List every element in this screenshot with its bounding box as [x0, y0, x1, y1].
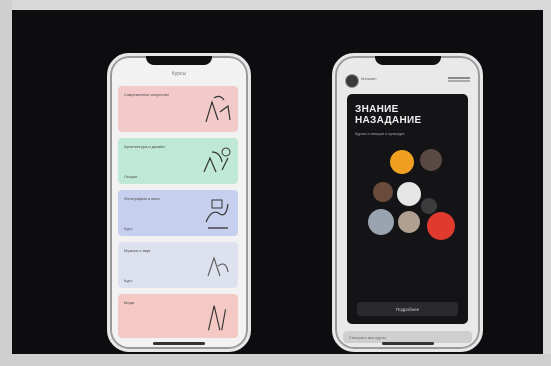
course-subtitle: Курс	[124, 226, 133, 231]
promo-banner[interactable]: ЗНАНИЕ НАЗАДАНИЕ Курсы и лекции о культу…	[347, 94, 468, 324]
promo-button[interactable]: Подробнее	[357, 302, 458, 316]
course-subtitle: Курс	[124, 278, 133, 283]
phone-mockup-courses: Курсы Современное искусство Архитектура …	[107, 53, 251, 352]
course-title: Мода	[124, 300, 135, 305]
orange-circle-icon	[390, 150, 414, 174]
screen-border-left	[0, 0, 12, 366]
header-name: Магазин	[361, 76, 377, 81]
phone-notch	[374, 56, 441, 65]
course-title: Архитектура и дизайн	[124, 144, 165, 149]
course-card-5[interactable]: Мода	[118, 294, 238, 338]
screen-border-bottom	[0, 354, 551, 366]
sketch-illustration-icon	[205, 199, 229, 229]
portrait-circle-icon	[420, 149, 442, 171]
screen-border-right	[543, 0, 551, 366]
sketch-illustration-icon	[207, 256, 229, 277]
course-card-1[interactable]: Современное искусство	[118, 86, 238, 132]
course-title: Музыка и звук	[124, 248, 151, 253]
course-card-2[interactable]: Архитектура и дизайн Лекции	[118, 138, 238, 184]
home-indicator	[381, 342, 434, 345]
course-title: Фотография и кино	[124, 196, 160, 201]
sketch-illustration-icon	[203, 147, 231, 173]
app-header: Магазин	[345, 72, 470, 88]
course-title: Современное искусство	[124, 92, 169, 97]
presentation-stage: Курсы Современное искусство Архитектура …	[12, 10, 543, 354]
screen-border-top	[0, 0, 551, 10]
sketch-illustration-icon	[207, 305, 227, 331]
course-card-4[interactable]: Музыка и звук Курс	[118, 242, 238, 288]
gray-circle-icon	[368, 209, 394, 235]
avatar[interactable]	[345, 74, 359, 88]
phone-notch	[146, 56, 212, 65]
dark-circle-icon	[421, 198, 437, 214]
promo-artwork	[368, 149, 455, 240]
portrait-circle-icon	[373, 182, 393, 202]
menu-icon[interactable]	[448, 77, 470, 79]
phone-mockup-promo: Магазин ЗНАНИЕ НАЗАДАНИЕ Курсы и лекции …	[332, 53, 483, 352]
home-indicator	[153, 342, 205, 345]
sketch-illustration-icon	[205, 95, 231, 123]
red-circle-icon	[427, 212, 455, 240]
white-circle-icon	[397, 182, 421, 206]
app-title: Курсы	[171, 71, 187, 77]
course-card-3[interactable]: Фотография и кино Курс	[118, 190, 238, 236]
course-subtitle: Лекции	[124, 174, 138, 179]
portrait-circle-icon	[398, 211, 420, 233]
